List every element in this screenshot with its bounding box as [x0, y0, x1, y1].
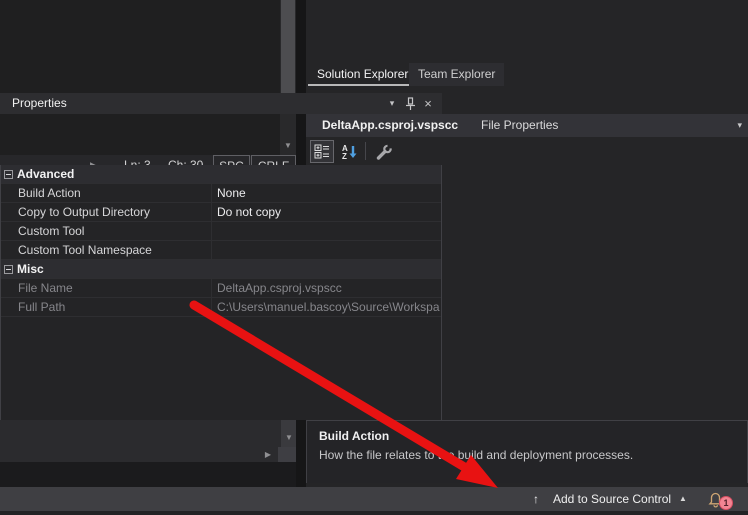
tab-solution-explorer[interactable]: Solution Explorer	[308, 63, 417, 86]
category-row[interactable]: Misc	[1, 260, 441, 279]
category-row[interactable]: Advanced	[1, 165, 441, 184]
categorized-icon	[314, 144, 330, 159]
property-row[interactable]: Custom Tool Namespace	[1, 241, 441, 260]
code-editor-pane[interactable]	[0, 0, 296, 155]
property-value[interactable]: None	[212, 184, 441, 202]
property-row[interactable]: Build Action None	[1, 184, 441, 203]
push-up-arrow-icon: ↑	[533, 487, 539, 511]
tab-team-explorer[interactable]: Team Explorer	[409, 63, 504, 86]
toolbar-separator	[365, 142, 366, 160]
selected-object-name: DeltaApp.csproj.vspscc	[322, 114, 458, 137]
chevron-down-icon: ▾	[737, 114, 742, 137]
scroll-right-icon: ▶	[265, 451, 271, 459]
property-value[interactable]	[212, 241, 441, 259]
property-row[interactable]: Copy to Output Directory Do not copy	[1, 203, 441, 222]
property-description-pane: Build Action How the file relates to the…	[306, 420, 748, 483]
property-grid: Advanced Build Action None Copy to Outpu…	[0, 165, 442, 420]
properties-title: Properties	[12, 93, 67, 114]
expand-caret-icon[interactable]: ▲	[679, 487, 687, 511]
property-pages-button[interactable]	[372, 140, 396, 163]
svg-text:Z: Z	[342, 152, 347, 160]
selected-object-type: File Properties	[481, 114, 558, 137]
properties-title-bar[interactable]: Properties ▾ ×	[0, 93, 442, 114]
property-row[interactable]: Custom Tool	[1, 222, 441, 241]
description-text: How the file relates to the build and de…	[319, 448, 747, 462]
categorized-button[interactable]	[310, 140, 334, 163]
editor-vertical-scrollbar[interactable]	[280, 0, 296, 155]
property-value[interactable]: Do not copy	[212, 203, 441, 221]
collapse-minus-icon[interactable]	[4, 265, 13, 274]
wrench-icon	[375, 144, 393, 160]
scrollbar-corner	[278, 447, 296, 462]
scroll-down-icon: ▼	[285, 434, 293, 442]
alphabetical-sort-icon: A Z	[341, 144, 358, 160]
object-selector-combo[interactable]: DeltaApp.csproj.vspscc File Properties ▾	[306, 114, 748, 137]
description-title: Build Action	[319, 429, 747, 443]
property-value[interactable]	[212, 222, 441, 240]
left-pane-gap	[0, 462, 296, 487]
tool-pane-scroll-right-button[interactable]: ▶	[260, 447, 276, 462]
property-row[interactable]: File Name DeltaApp.csproj.vspscc	[1, 279, 441, 298]
collapse-minus-icon[interactable]	[4, 170, 13, 179]
properties-toolbar: A Z	[306, 137, 748, 165]
window-menu-icon[interactable]: ▾	[384, 93, 400, 114]
notification-count-badge[interactable]: 1	[719, 496, 733, 510]
add-to-source-control-button[interactable]: Add to Source Control	[553, 487, 671, 511]
tool-pane-scroll-down-button[interactable]: ▼	[281, 431, 297, 445]
tool-pane-horizontal-scrollbar[interactable]	[0, 447, 296, 462]
property-value: C:\Users\manuel.bascoy\Source\Workspa	[212, 298, 441, 316]
scroll-down-icon: ▼	[284, 142, 292, 150]
status-bar-edge	[0, 511, 748, 515]
close-icon[interactable]: ×	[420, 93, 436, 114]
visual-studio-window: ▼ ▶ Ln: 3 Ch: 30 SPC CRLF ▾ × ▲ ▼ ▶ Solu…	[0, 0, 748, 515]
property-row[interactable]: Full Path C:\Users\manuel.bascoy\Source\…	[1, 298, 441, 317]
status-bar: ↑ Add to Source Control ▲ 1	[0, 487, 748, 511]
property-value: DeltaApp.csproj.vspscc	[212, 279, 441, 297]
alphabetical-button[interactable]: A Z	[337, 140, 361, 163]
editor-scroll-down-button[interactable]: ▼	[280, 138, 296, 154]
editor-scrollbar-thumb[interactable]	[281, 0, 295, 102]
pin-icon[interactable]	[402, 93, 418, 114]
